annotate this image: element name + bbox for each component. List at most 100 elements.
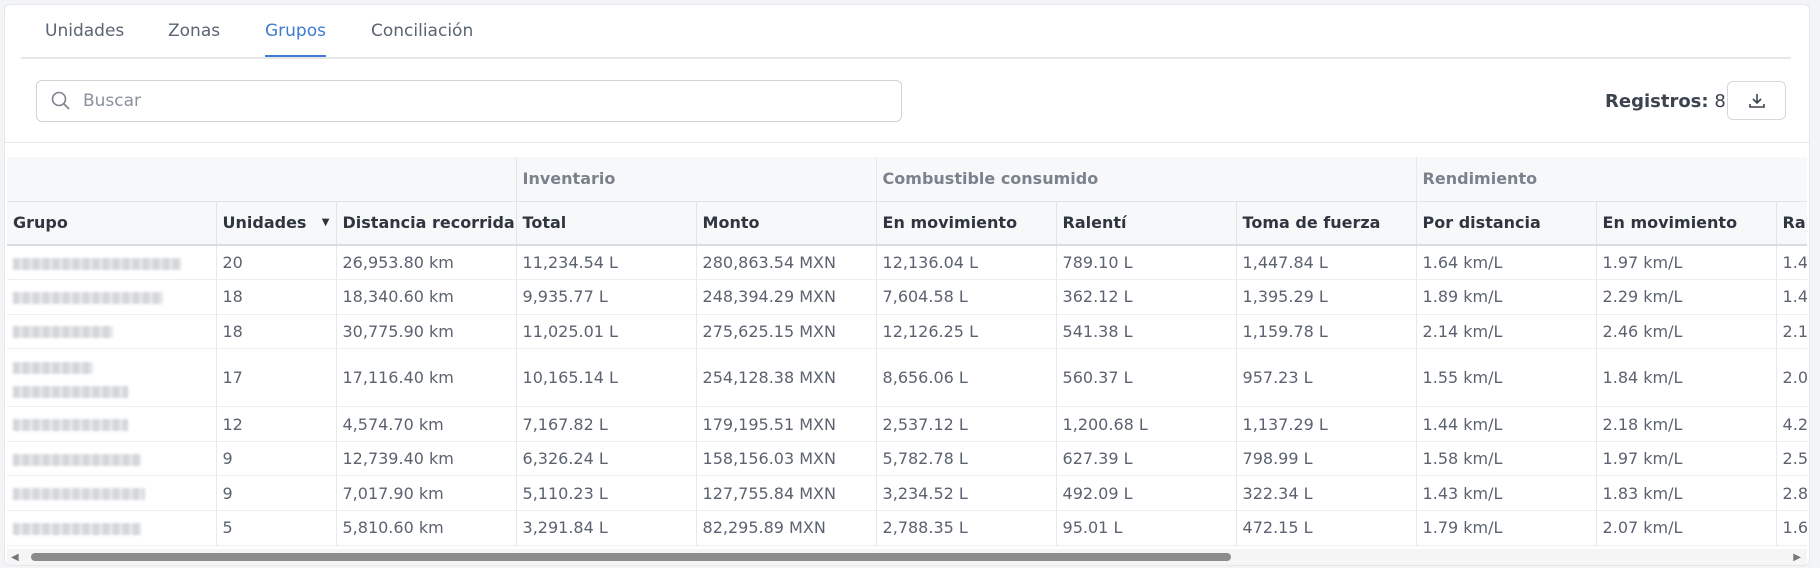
table-cell: 20 (216, 245, 337, 281)
table-cell: 11,025.01 L (516, 314, 697, 350)
column-header[interactable]: Distancia recorrida (336, 201, 517, 246)
table-cell: 1.97 km/L (1596, 441, 1777, 477)
horizontal-scrollbar[interactable]: ◀ ▶ (7, 549, 1807, 565)
cell-grupo-redacted (7, 510, 217, 546)
table-cell: 12,126.25 L (876, 314, 1057, 350)
search-placeholder: Buscar (83, 91, 142, 111)
cell-grupo-redacted (7, 475, 217, 512)
column-header[interactable]: Toma de fuerza (1236, 201, 1417, 246)
table-cell: 275,625.15 MXN (696, 314, 877, 350)
table-cell: 2.18 km/L (1596, 406, 1777, 442)
column-header-label: Distancia recorrida (342, 213, 515, 233)
tab-bar: Unidades Zonas Grupos Conciliación (21, 5, 1791, 59)
table-cell: 4,574.70 km (336, 406, 517, 442)
table-cell: 5,782.78 L (876, 441, 1057, 477)
column-header-label: Total (522, 213, 567, 233)
column-header[interactable]: En movimiento (1596, 201, 1777, 246)
column-header[interactable]: Unidades ▼ (216, 201, 337, 246)
table-cell: 1.58 km/L (1416, 441, 1597, 477)
table-row[interactable]: 20 26,953.80 km 11,234.54 L 280,863.54 MXN 1… (7, 245, 1807, 281)
table-cell: 3,291.84 L (516, 510, 697, 546)
table-cell: 1.43 (1776, 245, 1807, 281)
table-cell: 2.12 (1776, 314, 1807, 350)
column-header[interactable]: Por distancia (1416, 201, 1597, 246)
column-header[interactable]: Ralentí (1056, 201, 1237, 246)
table-cell: 1.84 km/L (1596, 348, 1777, 408)
column-header[interactable]: En movimiento (876, 201, 1057, 246)
scrollbar-thumb[interactable] (31, 553, 1231, 561)
column-header[interactable]: Grupo (7, 201, 217, 246)
table-cell: 30,775.90 km (336, 314, 517, 350)
table-cell: 1,137.29 L (1236, 406, 1417, 442)
table-row[interactable]: 9 12,739.40 km 6,326.24 L 158,156.03 MXN 5,7… (7, 441, 1807, 477)
table-cell: 10,165.14 L (516, 348, 697, 408)
table-cell: 280,863.54 MXN (696, 245, 877, 281)
tab-grupos[interactable]: Grupos (265, 21, 326, 57)
sort-desc-icon[interactable]: ▼ (322, 217, 330, 228)
table-cell: 1.89 km/L (1416, 279, 1597, 315)
table-cell: 12 (216, 406, 337, 442)
table-cell: 2.07 km/L (1596, 510, 1777, 546)
table-cell: 18,340.60 km (336, 279, 517, 315)
table-cell: 1,159.78 L (1236, 314, 1417, 350)
group-header-rendimiento: Rendimiento (1416, 157, 1807, 202)
table-cell: 5,110.23 L (516, 475, 697, 512)
column-header[interactable]: Monto (696, 201, 877, 246)
cell-grupo-redacted (7, 406, 217, 442)
table-row[interactable]: 18 18,340.60 km 9,935.77 L 248,394.29 MXN 7,… (7, 279, 1807, 315)
table-cell: 1.55 km/L (1416, 348, 1597, 408)
table-row[interactable]: 12 4,574.70 km 7,167.82 L 179,195.51 MXN 2,5… (7, 406, 1807, 442)
column-header[interactable]: Rale (1776, 201, 1807, 246)
table-cell: 12,136.04 L (876, 245, 1057, 281)
table-cell: 541.38 L (1056, 314, 1237, 350)
table-row[interactable]: 9 7,017.90 km 5,110.23 L 127,755.84 MXN 3,23… (7, 475, 1807, 512)
tab-conciliacion[interactable]: Conciliación (371, 21, 473, 55)
table-cell: 1,200.68 L (1056, 406, 1237, 442)
records-value: 8 (1714, 91, 1726, 112)
group-header-inventario: Inventario (516, 157, 877, 202)
scroll-left-icon[interactable]: ◀ (11, 552, 19, 563)
table-cell: 789.10 L (1056, 245, 1237, 281)
table-cell: 6,326.24 L (516, 441, 697, 477)
column-header-label: En movimiento (1602, 213, 1738, 233)
column-header-label: En movimiento (882, 213, 1018, 233)
table-cell: 1.83 km/L (1596, 475, 1777, 512)
table-cell: 7,604.58 L (876, 279, 1057, 315)
table-cell: 12,739.40 km (336, 441, 517, 477)
table-cell: 1.44 km/L (1416, 406, 1597, 442)
search-icon (51, 91, 70, 110)
table-cell: 1.79 km/L (1416, 510, 1597, 546)
table-cell: 1,447.84 L (1236, 245, 1417, 281)
column-header[interactable]: Total (516, 201, 697, 246)
table-cell: 9,935.77 L (516, 279, 697, 315)
tab-zonas[interactable]: Zonas (168, 21, 220, 55)
table-row[interactable]: 5 5,810.60 km 3,291.84 L 82,295.89 MXN 2,788… (7, 510, 1807, 546)
search-input[interactable]: Buscar (36, 80, 902, 122)
table-cell: 17 (216, 348, 337, 408)
cell-grupo-redacted (7, 245, 217, 281)
column-header-label: Por distancia (1422, 213, 1541, 233)
table-cell: 2.14 km/L (1416, 314, 1597, 350)
records-count: Registros: 8 (1605, 91, 1726, 112)
table-cell: 4.22 (1776, 406, 1807, 442)
column-header-label: Rale (1782, 213, 1807, 233)
cell-grupo-redacted (7, 348, 217, 408)
tab-unidades[interactable]: Unidades (45, 21, 124, 55)
download-button[interactable] (1727, 81, 1786, 120)
table-cell: 7,167.82 L (516, 406, 697, 442)
download-icon (1748, 93, 1765, 108)
table-cell: 26,953.80 km (336, 245, 517, 281)
column-header-label: Toma de fuerza (1242, 213, 1381, 233)
group-header-combustible: Combustible consumido (876, 157, 1417, 202)
table-cell: 627.39 L (1056, 441, 1237, 477)
table-cell: 1.64 km/L (1416, 245, 1597, 281)
table-cell: 2,537.12 L (876, 406, 1057, 442)
table-row[interactable]: 17 17,116.40 km 10,165.14 L 254,128.38 MXN 8… (7, 348, 1807, 408)
table-cell: 362.12 L (1056, 279, 1237, 315)
table-cell: 18 (216, 279, 337, 315)
scroll-right-icon[interactable]: ▶ (1793, 552, 1801, 563)
table-cell: 127,755.84 MXN (696, 475, 877, 512)
table-cell: 5 (216, 510, 337, 546)
table-row[interactable]: 18 30,775.90 km 11,025.01 L 275,625.15 MXN 1… (7, 314, 1807, 350)
table-cell: 82,295.89 MXN (696, 510, 877, 546)
